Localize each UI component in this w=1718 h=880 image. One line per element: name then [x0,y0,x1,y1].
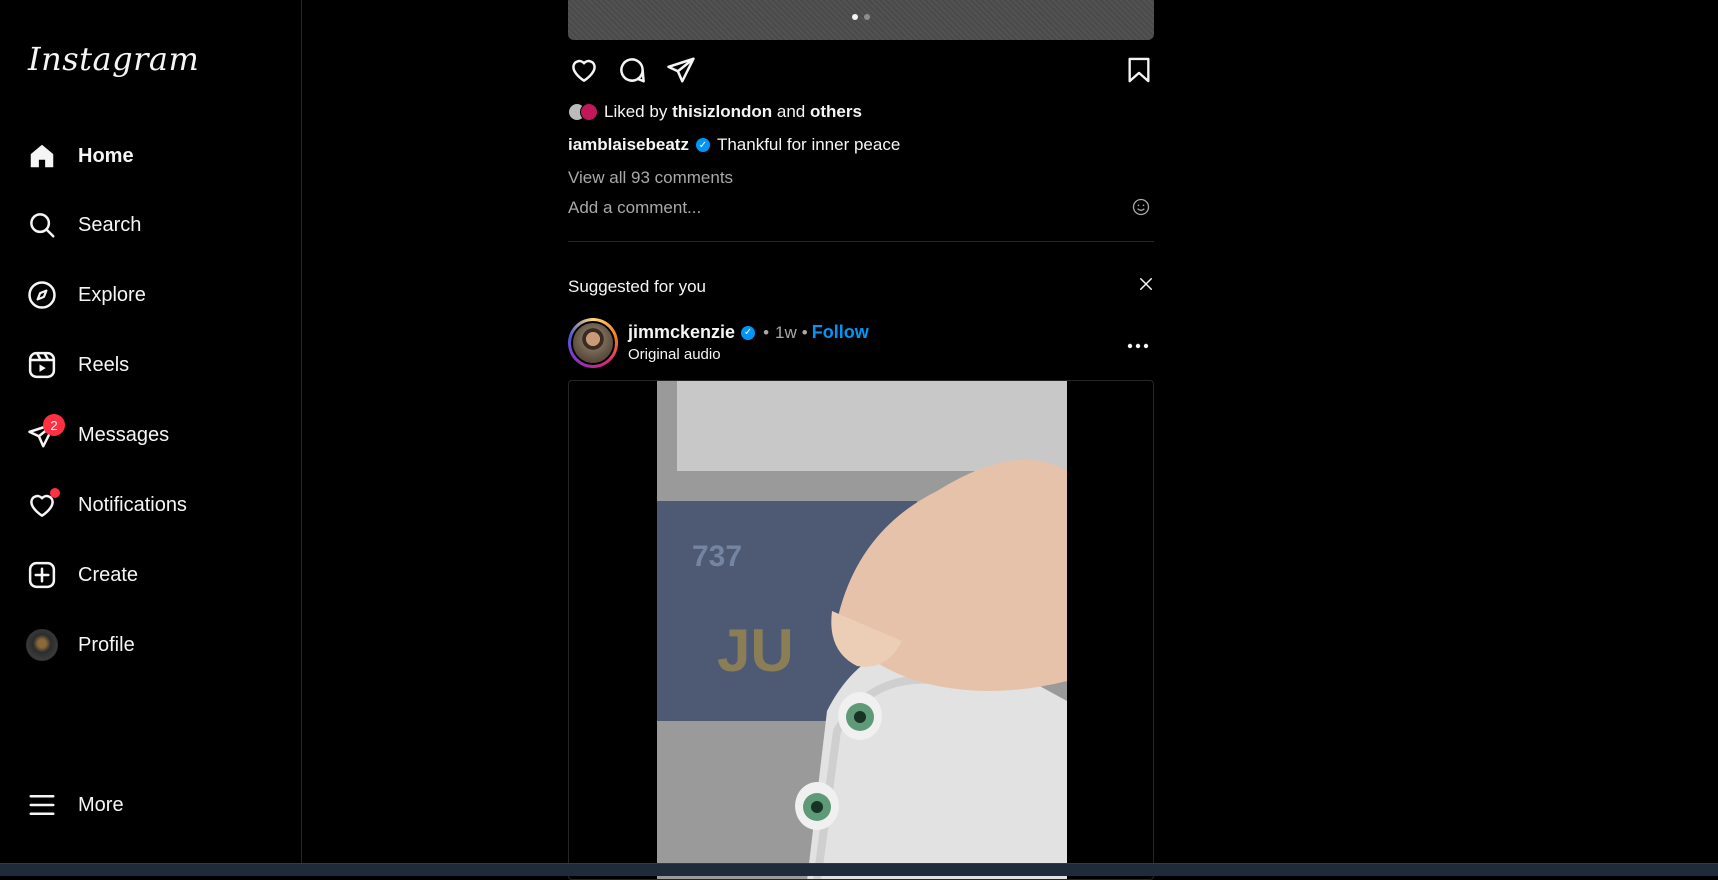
sidebar-item-label: Notifications [78,493,187,516]
sidebar-item-reels[interactable]: Reels [26,341,276,389]
sidebar-item-label: Profile [78,633,135,656]
original-audio-link[interactable]: Original audio [628,346,721,363]
caption-username-link[interactable]: iamblaisebeatz [568,135,689,155]
liked-by-and: and [776,102,806,121]
paper-plane-icon: 2 [26,414,65,451]
carousel-dot-active [852,14,858,20]
add-comment-input[interactable]: Add a comment... [568,198,701,218]
video-frame: 737 JU [657,381,1067,879]
comment-icon[interactable] [616,52,648,88]
taskbar [0,863,1718,876]
instagram-logo[interactable]: Instagram [28,40,199,78]
compass-icon [26,279,58,311]
avatar [571,321,615,365]
more-options-icon[interactable] [1126,338,1150,349]
avatar [26,629,58,661]
sidebar-item-more[interactable]: More [26,781,276,829]
sidebar-item-label: Reels [78,353,130,376]
suggested-post-header: jimmckenzie ✓ • 1w • Follow Original aud… [568,318,1154,370]
sidebar-item-label: Home [78,144,134,167]
home-icon [26,140,58,172]
liked-by-user-link[interactable]: thisizlondon [672,102,772,122]
liked-by-others-link[interactable]: others [810,102,862,122]
notification-dot [50,488,60,498]
bookmark-icon[interactable] [1123,52,1155,88]
sidebar-item-label: Explore [78,283,146,306]
liked-by-prefix: Liked by [604,102,668,121]
share-icon[interactable] [665,52,697,88]
unread-badge: 2 [43,414,65,436]
sidebar-item-label: Messages [78,423,170,446]
verified-badge-icon: ✓ [695,138,710,152]
svg-text:JU: JU [717,617,794,684]
post-caption: iamblaisebeatz ✓ Thankful for inner peac… [568,135,900,155]
suggested-title: Suggested for you [568,277,706,296]
svg-text:737: 737 [692,540,742,573]
video-still: 737 JU [657,381,1067,879]
plus-square-icon [26,559,58,591]
reels-icon [26,349,58,381]
carousel-dot [864,14,870,20]
follow-button[interactable]: Follow [812,322,869,343]
separator-dot: • [801,322,808,342]
sidebar-item-explore[interactable]: Explore [26,271,276,319]
sidebar-item-label: Search [78,213,142,236]
sidebar-item-search[interactable]: Search [26,201,276,249]
sidebar-item-notifications[interactable]: Notifications [26,481,276,529]
heart-icon [26,488,60,521]
view-comments-link[interactable]: View all 93 comments [568,168,733,188]
post-divider [568,241,1154,242]
sidebar-item-home[interactable]: Home [26,132,276,180]
caption-text: Thankful for inner peace [716,135,901,154]
sidebar-item-profile[interactable]: Profile [26,621,276,669]
story-ring[interactable] [568,318,618,368]
post-author: jimmckenzie ✓ • 1w • Follow [628,322,869,343]
hamburger-icon [26,789,58,821]
sidebar-item-messages[interactable]: 2 Messages [26,411,276,459]
like-heart-icon[interactable] [568,52,600,88]
liker-avatars [568,103,598,121]
sidebar-item-create[interactable]: Create [26,551,276,599]
post-time: 1w [775,322,797,342]
sidebar: Instagram Home Search Explore Reels 2 Me… [0,0,302,875]
separator-dot: • [763,322,770,342]
search-icon [26,209,58,241]
liked-by: Liked by thisizlondon and others [568,102,862,122]
close-icon[interactable] [1137,275,1155,293]
post-username-link[interactable]: jimmckenzie [628,322,735,343]
emoji-icon[interactable] [1131,197,1151,217]
post-actions [568,52,1154,92]
sidebar-item-label: More [78,793,124,816]
previous-post-media[interactable] [568,0,1154,40]
sidebar-item-label: Create [78,563,139,586]
verified-badge-icon: ✓ [741,325,756,340]
suggested-post-media[interactable]: 737 JU [568,380,1154,880]
